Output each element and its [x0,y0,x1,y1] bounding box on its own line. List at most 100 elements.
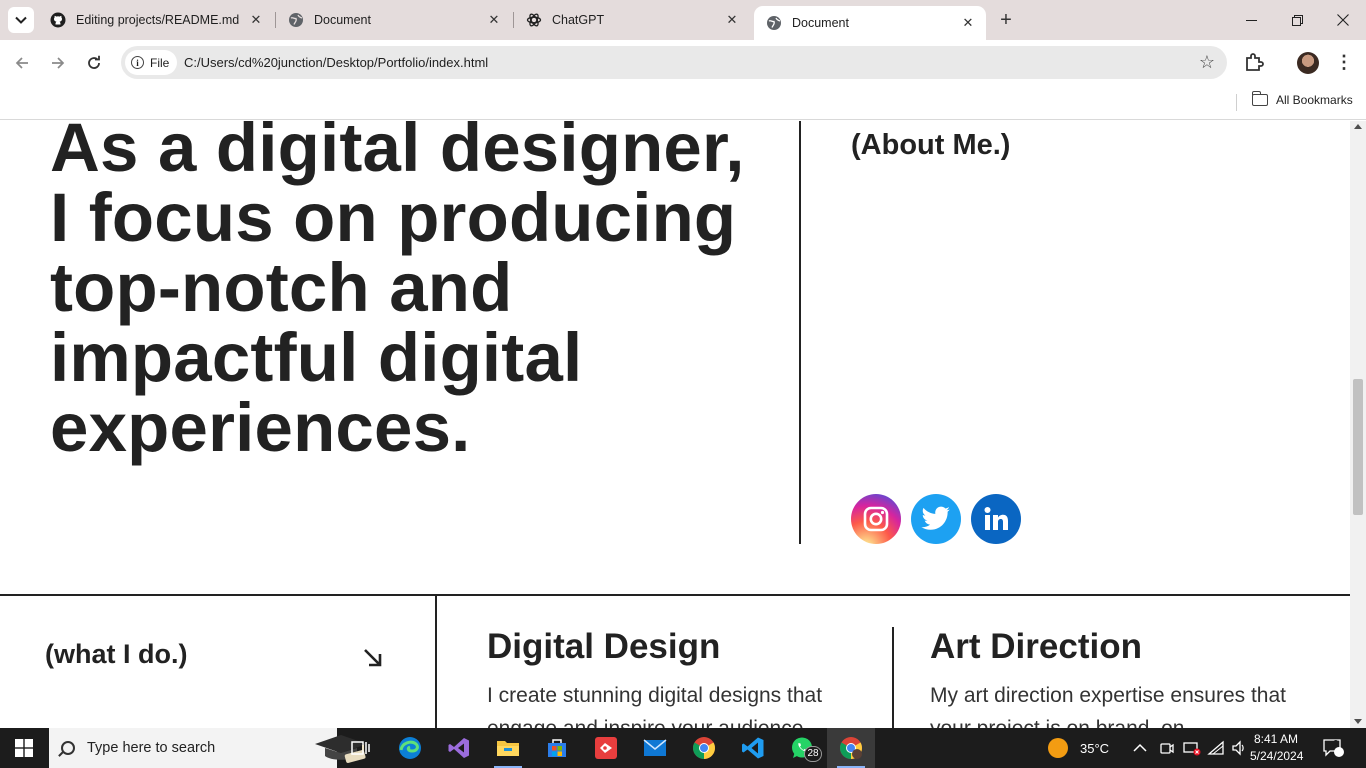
volume-icon[interactable] [1231,740,1247,756]
arrow-down-right-icon [364,649,382,667]
system-tray [1133,728,1247,768]
minimize-icon [1245,19,1257,21]
notification-badge: 28 [804,746,822,762]
folder-icon [1251,91,1268,106]
service-description: My art direction expertise ensures that … [930,684,1286,728]
restore-icon [1291,14,1303,26]
chevron-up-icon[interactable] [1133,743,1147,753]
store-icon[interactable] [533,728,581,768]
column-divider [892,627,894,728]
network-error-icon[interactable] [1183,740,1201,756]
globe-icon [288,12,304,28]
close-tab-icon[interactable]: ✕ [248,12,264,28]
file-explorer-icon[interactable] [484,728,532,768]
chevron-down-icon [15,16,27,24]
tab-strip: Editing projects/README.md at ✕ Document… [0,0,1366,40]
tab-document[interactable]: Document ✕ [276,0,512,40]
github-icon [50,12,66,28]
site-info-chip[interactable]: i File [125,50,177,75]
wifi-icon[interactable] [1207,740,1225,756]
tab-title: Editing projects/README.md at [76,13,242,27]
restore-button[interactable] [1274,0,1320,40]
service-title: Digital Design [487,627,721,666]
taskbar-search-box[interactable]: Type here to search [49,728,367,768]
scroll-down-icon[interactable] [1354,719,1362,724]
close-tab-icon[interactable]: ✕ [486,12,502,28]
forward-button[interactable] [45,50,71,76]
info-icon: i [131,56,144,69]
weather-widget[interactable]: 35°C [1048,728,1109,768]
visual-studio-icon[interactable] [435,728,483,768]
hero-divider [799,121,801,544]
page-scrollbar[interactable] [1350,121,1366,728]
edge-icon[interactable] [386,728,434,768]
extensions-button[interactable] [1243,51,1267,75]
meet-now-icon[interactable] [1159,740,1175,756]
section-divider [0,594,1350,596]
minimize-button[interactable] [1228,0,1274,40]
scrollbar-thumb[interactable] [1353,379,1363,515]
all-bookmarks-label: All Bookmarks [1276,93,1353,107]
address-bar[interactable]: i File C:/Users/cd%20junction/Desktop/Po… [121,46,1227,79]
clock-date: 5/24/2024 [1250,749,1304,763]
close-tab-icon[interactable]: ✕ [960,15,976,31]
chrome-icon[interactable] [680,728,728,768]
social-links [851,494,1021,544]
chatgpt-icon [526,12,542,28]
profile-avatar[interactable] [1297,52,1319,74]
scroll-up-icon[interactable] [1354,124,1362,129]
task-view-icon[interactable] [337,728,385,768]
tab-title: Document [792,16,849,30]
chrome-profile-icon[interactable] [827,728,875,768]
tab-document-active[interactable]: Document ✕ [754,6,986,40]
reload-button[interactable] [81,50,107,76]
tab-github[interactable]: Editing projects/README.md at ✕ [38,0,274,40]
url-text[interactable]: C:/Users/cd%20junction/Desktop/Portfolio… [184,55,488,70]
close-tab-icon[interactable]: ✕ [724,12,740,28]
service-title: Art Direction [930,627,1142,666]
puzzle-icon [1246,53,1264,71]
vscode-icon[interactable] [729,728,777,768]
about-me-label: (About Me.) [851,129,1011,161]
bookmark-star-icon[interactable]: ☆ [1199,52,1215,73]
search-placeholder: Type here to search [87,740,216,756]
git-icon[interactable] [582,728,630,768]
new-tab-button[interactable]: + [994,8,1018,32]
tab-title: Document [314,13,371,27]
mail-icon[interactable] [631,728,679,768]
browser-menu-icon[interactable]: ⋮ [1334,52,1354,74]
notification-count: 2 [1333,739,1339,750]
bookmarks-bar: All Bookmarks [0,86,1366,120]
temperature-label: 35°C [1080,740,1110,756]
tab-search-button[interactable] [8,7,34,33]
page-viewport: As a digital designer, I focus on produc… [0,121,1350,728]
all-bookmarks-button[interactable]: All Bookmarks [1251,91,1353,107]
arrow-right-icon [52,57,65,69]
search-icon [61,741,75,755]
start-button[interactable] [0,728,48,768]
service-description: I create stunning digital designs that e… [487,684,823,728]
hero-statement: As a digital designer, I focus on produc… [50,121,745,466]
clock-time: 8:41 AM [1253,732,1299,746]
tab-chatgpt[interactable]: ChatGPT ✕ [514,0,750,40]
linkedin-icon[interactable] [971,494,1021,544]
notifications-button[interactable]: 2 [1322,728,1344,768]
browser-toolbar: i File C:/Users/cd%20junction/Desktop/Po… [0,40,1366,86]
instagram-icon[interactable] [851,494,901,544]
globe-icon [766,15,782,31]
bookmarks-divider [1236,94,1237,111]
column-divider [435,596,437,728]
sun-icon [1048,738,1068,758]
tab-title: ChatGPT [552,13,605,27]
windows-taskbar: Type here to search 28 35°C 8:41 AM 5/24… [0,728,1366,768]
scheme-label: File [150,55,170,70]
system-clock[interactable]: 8:41 AM 5/24/2024 [1250,731,1304,765]
twitter-icon[interactable] [911,494,961,544]
arrow-left-icon [15,57,28,69]
close-window-button[interactable] [1320,0,1366,40]
back-button[interactable] [9,50,35,76]
windows-logo-icon [15,739,33,757]
what-i-do-label: (what I do.) [45,639,188,669]
reload-icon [88,55,100,69]
whatsapp-icon[interactable]: 28 [778,728,826,768]
